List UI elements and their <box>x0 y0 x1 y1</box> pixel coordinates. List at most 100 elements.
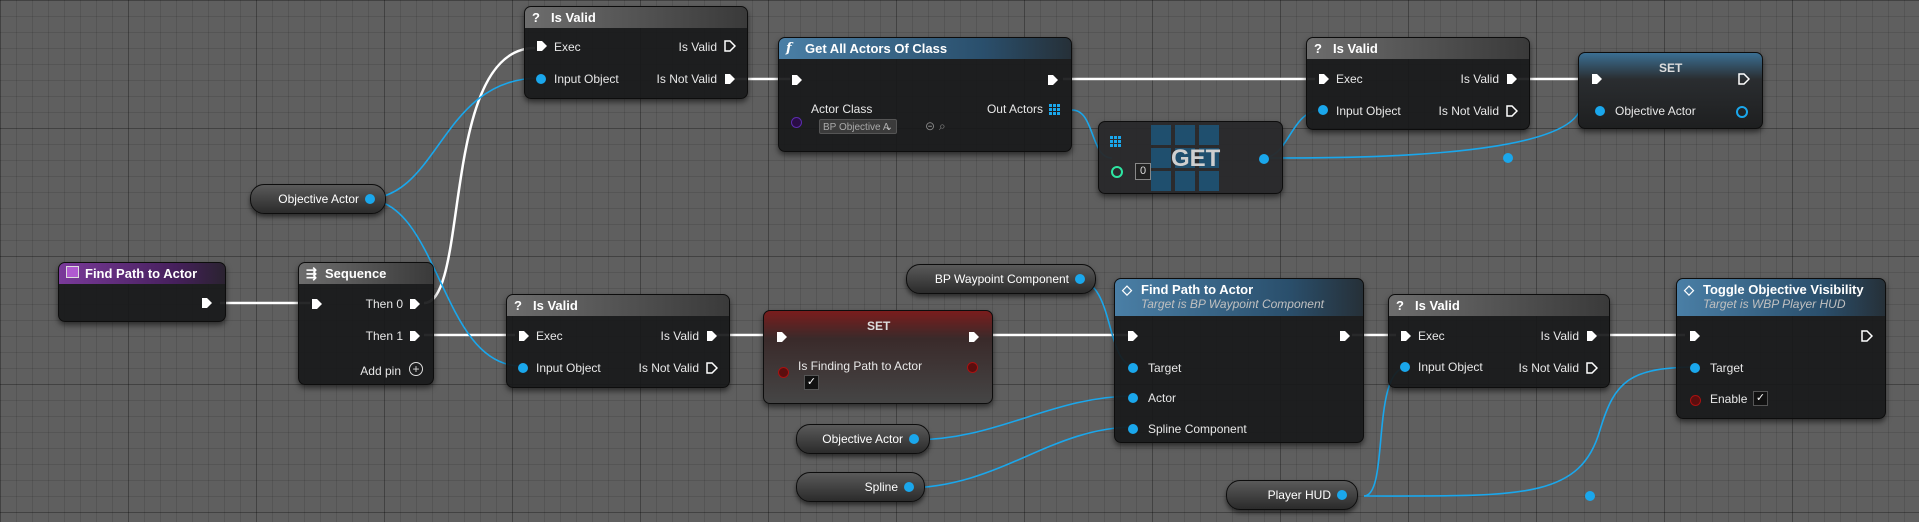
player-hud-output-pin[interactable] <box>1337 490 1347 500</box>
is-valid-output-pin[interactable] <box>1506 73 1518 85</box>
player-hud-variable[interactable]: Player HUD <box>1226 480 1358 510</box>
question-icon: ? <box>1396 298 1404 313</box>
toggle-objective-visibility-node[interactable]: ◇ Toggle Objective Visibility Target is WB… <box>1676 278 1886 419</box>
sequence-icon: ⇶ <box>306 266 317 281</box>
objective-actor-label: Objective Actor <box>1615 104 1696 118</box>
set-objective-actor-node[interactable]: SET Objective Actor <box>1578 52 1763 129</box>
exec-output-pin[interactable] <box>1047 74 1059 86</box>
is-finding-path-input-pin[interactable] <box>778 367 789 378</box>
is-valid-label: Is Valid <box>1540 329 1579 343</box>
index-pin[interactable] <box>1111 166 1123 178</box>
exec-input-pin[interactable] <box>536 40 548 52</box>
exec-input-pin[interactable] <box>1689 330 1701 342</box>
set-is-finding-path-node[interactable]: SET Is Finding Path to Actor ✓ <box>763 310 993 404</box>
wire-reroute-knot[interactable] <box>1585 491 1595 501</box>
is-not-valid-output-pin[interactable] <box>706 362 718 374</box>
is-not-valid-output-pin[interactable] <box>724 73 736 85</box>
enable-pin[interactable] <box>1690 395 1701 406</box>
wire-reroute-knot[interactable] <box>1503 153 1513 163</box>
array-input-pin[interactable] <box>1110 136 1121 147</box>
objective-actor-output-pin[interactable] <box>365 194 375 204</box>
objective-actor-variable[interactable]: Objective Actor <box>250 184 386 214</box>
input-object-pin[interactable] <box>1400 362 1410 372</box>
is-finding-path-checkbox[interactable]: ✓ <box>804 375 819 390</box>
exec-output-pin[interactable] <box>968 331 980 343</box>
add-pin-button[interactable]: Add pin <box>360 364 401 378</box>
exec-input-pin[interactable] <box>791 74 803 86</box>
node-header: f Get All Actors Of Class <box>779 38 1071 59</box>
exec-output-pin[interactable] <box>1339 330 1351 342</box>
then-1-label: Then 1 <box>365 329 403 343</box>
target-label: Target <box>1710 361 1744 375</box>
objective-actor-variable[interactable]: Objective Actor <box>796 424 930 454</box>
is-valid-node-4[interactable]: ? Is Valid Exec Is Valid Input Object Is … <box>1388 294 1610 388</box>
find-path-to-actor-function-node[interactable]: ◇ Find Path to Actor Target is BP Waypoint… <box>1114 278 1364 443</box>
is-not-valid-output-pin[interactable] <box>1586 362 1598 374</box>
is-valid-node-2[interactable]: ? Is Valid Exec Is Valid Input Object Is … <box>1306 37 1530 130</box>
is-valid-output-pin[interactable] <box>706 330 718 342</box>
input-object-pin[interactable] <box>518 363 528 373</box>
spline-component-pin[interactable] <box>1128 424 1138 434</box>
use-selected-icon[interactable]: ⊝ <box>925 119 935 133</box>
sequence-node[interactable]: ⇶ Sequence Then 0 Then 1 Add pin + <box>298 262 434 385</box>
is-valid-output-pin[interactable] <box>724 40 736 52</box>
then-1-output-pin[interactable] <box>409 330 421 342</box>
bp-waypoint-component-variable[interactable]: BP Waypoint Component <box>906 264 1096 294</box>
spline-variable[interactable]: Spline <box>796 472 925 502</box>
target-pin[interactable] <box>1690 363 1700 373</box>
add-pin-icon[interactable]: + <box>409 362 423 376</box>
is-not-valid-label: Is Not Valid <box>656 72 717 86</box>
input-object-label: Input Object <box>1336 104 1401 118</box>
exec-input-pin[interactable] <box>518 330 530 342</box>
objective-actor-output-pin[interactable] <box>1736 106 1748 118</box>
array-grid-icon[interactable] <box>1049 104 1060 115</box>
actor-class-pin[interactable] <box>791 117 802 128</box>
actor-pin[interactable] <box>1128 393 1138 403</box>
node-subtitle: Target is WBP Player HUD <box>1703 297 1846 311</box>
browse-icon[interactable]: ⌕ <box>939 119 946 134</box>
get-all-actors-of-class-node[interactable]: f Get All Actors Of Class Actor Class BP … <box>778 37 1072 152</box>
exec-input-pin[interactable] <box>1127 330 1139 342</box>
get-array-item-node[interactable]: GET 0 <box>1098 121 1283 194</box>
exec-output-pin[interactable] <box>1738 73 1750 85</box>
exec-output-pin[interactable] <box>201 297 213 309</box>
input-object-label: Input Object <box>536 361 601 375</box>
spline-output-pin[interactable] <box>904 482 914 492</box>
objective-actor-input-pin[interactable] <box>1595 106 1605 116</box>
node-header: ◇ Toggle Objective Visibility Target is WB… <box>1677 279 1885 316</box>
node-header: ◇ Find Path to Actor Target is BP Waypoint… <box>1115 279 1363 316</box>
objective-actor-output-pin[interactable] <box>909 434 919 444</box>
input-object-pin[interactable] <box>1318 105 1328 115</box>
exec-input-pin[interactable] <box>1591 73 1603 85</box>
exec-input-pin[interactable] <box>311 298 323 310</box>
exec-input-pin[interactable] <box>1400 330 1412 342</box>
find-path-to-actor-event-node[interactable]: Find Path to Actor <box>58 262 226 322</box>
exec-label: Exec <box>1418 329 1445 343</box>
is-valid-output-pin[interactable] <box>1586 330 1598 342</box>
node-header: ? Is Valid <box>507 295 729 316</box>
output-item-pin[interactable] <box>1259 154 1269 164</box>
enable-checkbox[interactable]: ✓ <box>1753 391 1768 406</box>
exec-output-pin[interactable] <box>1861 330 1873 342</box>
exec-input-pin[interactable] <box>1318 73 1330 85</box>
then-0-output-pin[interactable] <box>409 298 421 310</box>
is-not-valid-output-pin[interactable] <box>1506 105 1518 117</box>
exec-label: Exec <box>1336 72 1363 86</box>
is-finding-path-label: Is Finding Path to Actor <box>798 359 923 373</box>
index-input[interactable]: 0 <box>1135 163 1151 180</box>
is-valid-node-3[interactable]: ? Is Valid Exec Is Valid Input Object Is … <box>506 294 730 388</box>
is-valid-node-1[interactable]: ? Is Valid Exec Is Valid Input Object Is … <box>524 6 748 99</box>
node-header: ⇶ Sequence <box>299 263 433 284</box>
target-pin[interactable] <box>1128 363 1138 373</box>
function-icon: f <box>786 41 792 56</box>
target-label: Target <box>1148 361 1182 375</box>
is-finding-path-output-pin[interactable] <box>967 362 978 373</box>
input-object-pin[interactable] <box>536 74 546 84</box>
exec-label: Exec <box>554 40 581 54</box>
actor-class-dropdown[interactable]: BP Objective A ⌄ <box>819 119 897 134</box>
is-not-valid-label: Is Not Valid <box>1518 361 1579 375</box>
bp-waypoint-output-pin[interactable] <box>1075 274 1085 284</box>
input-object-label: Input Object <box>554 72 619 86</box>
exec-input-pin[interactable] <box>776 331 788 343</box>
enable-label: Enable <box>1710 392 1748 406</box>
